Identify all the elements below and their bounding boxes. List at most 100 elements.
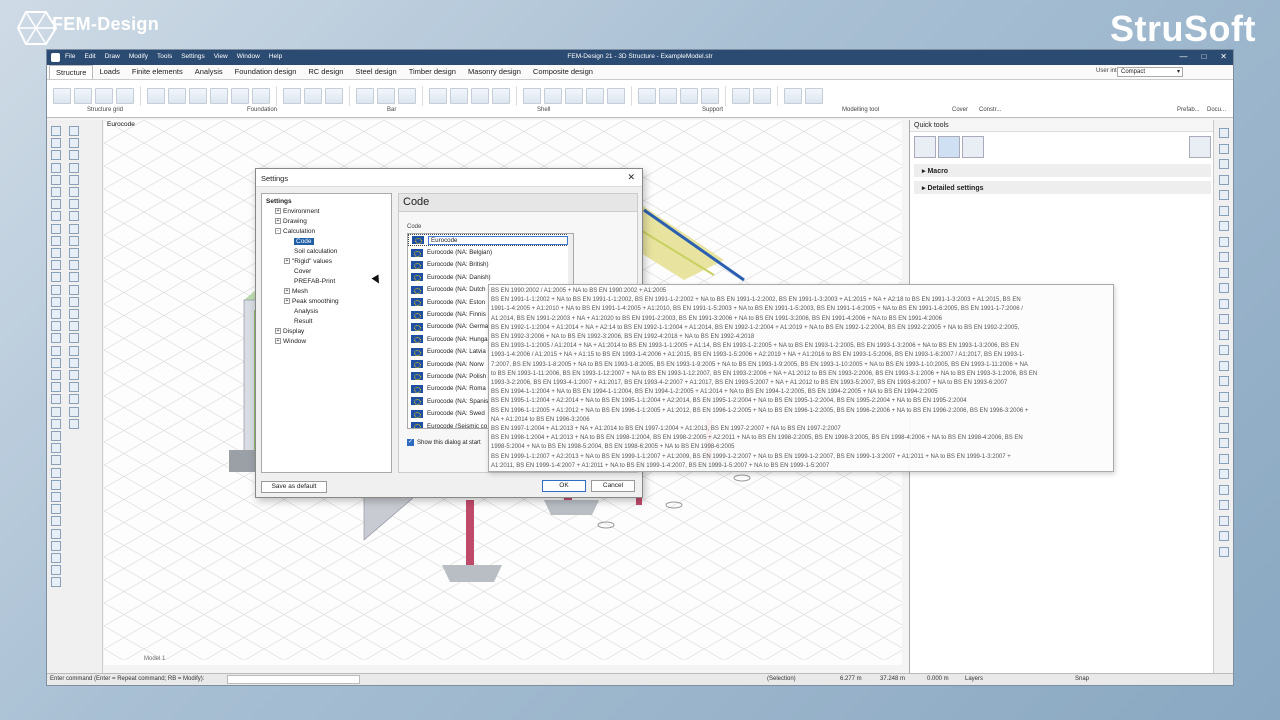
layers-button[interactable]: Layers [965,676,983,682]
close-icon[interactable]: ✕ [1220,52,1227,61]
expand-icon[interactable]: + [284,298,290,305]
user-interface-select[interactable]: Compact ▾ [1117,67,1183,77]
ribbon-tool-icon[interactable] [95,88,113,104]
tool-icon[interactable] [1219,329,1229,340]
tool-icon[interactable] [51,443,61,454]
tool-icon[interactable] [51,431,61,441]
ribbon-tool-icon[interactable] [753,88,771,104]
tree-node[interactable]: + Window [266,337,387,347]
ribbon-tool-icon[interactable] [805,88,823,104]
tab-structure[interactable]: Structure [49,65,94,79]
tool-icon[interactable] [51,211,61,222]
maximize-icon[interactable]: □ [1201,52,1206,61]
expand-icon[interactable]: + [275,218,281,225]
tool-icon[interactable] [69,345,79,356]
tool-icon[interactable] [1219,174,1229,185]
ribbon-tool-icon[interactable] [544,88,562,104]
tool-icon[interactable] [51,223,61,234]
tab-foundation-design[interactable]: Foundation design [229,65,303,79]
tool-icon[interactable] [51,516,61,527]
tool-icon[interactable] [69,272,79,283]
tool-icon[interactable] [51,272,61,283]
tool-icon[interactable] [1219,500,1229,510]
tool-icon[interactable] [1219,267,1229,278]
tool-icon[interactable] [1219,283,1229,293]
tool-icon[interactable] [69,382,79,393]
tool-icon[interactable] [1219,345,1229,355]
tool-icon[interactable] [69,235,79,246]
tool-icon[interactable] [69,162,79,173]
tool-icon[interactable] [51,126,61,136]
section-macro[interactable]: ▸ Macro [914,164,1211,177]
tool-icon[interactable] [69,199,79,210]
tool-icon[interactable] [51,260,61,271]
tab-masonry-design[interactable]: Masonry design [462,65,527,79]
tab-rc-design[interactable]: RC design [302,65,349,79]
tool-icon[interactable] [69,321,79,332]
code-list-item[interactable]: Eurocode (NA: British) [408,259,573,271]
ribbon-tool-icon[interactable] [398,88,416,104]
tree-node[interactable]: + Peak smoothing [266,297,387,307]
ribbon-tool-icon[interactable] [732,88,750,104]
ribbon-tool-icon[interactable] [429,88,447,104]
tool-icon[interactable] [69,418,79,429]
tool-icon[interactable] [51,357,61,368]
tree-node[interactable]: Settings [266,197,387,207]
tool-icon[interactable] [1219,221,1229,231]
tool-icon[interactable] [1219,515,1229,526]
tool-icon[interactable] [69,357,79,368]
tool-icon[interactable] [51,174,61,185]
tab-timber-design[interactable]: Timber design [403,65,462,79]
ribbon-tool-icon[interactable] [680,88,698,104]
ribbon-tool-icon[interactable] [74,88,92,104]
tool-icon[interactable] [51,540,61,551]
tool-icon[interactable] [51,309,61,319]
tool-icon[interactable] [51,296,61,307]
tree-node[interactable]: - Calculation [266,227,387,237]
tool-icon[interactable] [1219,298,1229,309]
ribbon-tool-icon[interactable] [523,88,541,104]
tool-icon[interactable] [1219,314,1229,324]
expand-icon[interactable]: + [284,258,290,265]
tool-icon[interactable] [51,284,61,295]
tool-icon[interactable] [1219,190,1229,200]
ribbon-tool-icon[interactable] [304,88,322,104]
minimize-icon[interactable]: — [1179,52,1187,61]
tool-icon[interactable] [51,321,61,332]
axis-icon[interactable] [962,136,984,158]
tool-icon[interactable] [69,370,79,380]
tool-icon[interactable] [51,553,61,563]
ribbon-tool-icon[interactable] [147,88,165,104]
tree-node[interactable]: Code [266,237,387,247]
tool-icon[interactable] [1219,453,1229,464]
tree-node[interactable]: Soil calculation [266,247,387,257]
ribbon-tool-icon[interactable] [701,88,719,104]
tree-node[interactable]: PREFAB-Print [266,277,387,287]
tool-icon[interactable] [51,394,61,405]
tool-icon[interactable] [51,138,61,149]
tool-icon[interactable] [1219,159,1229,169]
tool-icon[interactable] [69,406,79,417]
tab-composite-design[interactable]: Composite design [527,65,599,79]
ribbon-tool-icon[interactable] [638,88,656,104]
ribbon-tool-icon[interactable] [565,88,583,104]
close-icon[interactable]: ✕ [627,172,635,183]
tool-icon[interactable] [69,333,79,344]
ribbon-tool-icon[interactable] [659,88,677,104]
ribbon-tool-icon[interactable] [116,88,134,104]
tool-icon[interactable] [1219,376,1229,386]
tool-icon[interactable] [51,187,61,197]
ribbon-tool-icon[interactable] [168,88,186,104]
command-input[interactable] [227,675,360,684]
tool-icon[interactable] [1219,484,1229,495]
tool-icon[interactable] [69,223,79,234]
tool-icon[interactable] [69,187,79,197]
tree-node[interactable]: + Environment [266,207,387,217]
tool-icon[interactable] [1219,252,1229,262]
ribbon-tool-icon[interactable] [189,88,207,104]
ok-button[interactable]: OK [542,480,586,492]
tool-icon[interactable] [69,260,79,271]
tree-node[interactable]: Cover [266,267,387,277]
tab-analysis[interactable]: Analysis [189,65,229,79]
tool-icon[interactable] [51,150,61,161]
